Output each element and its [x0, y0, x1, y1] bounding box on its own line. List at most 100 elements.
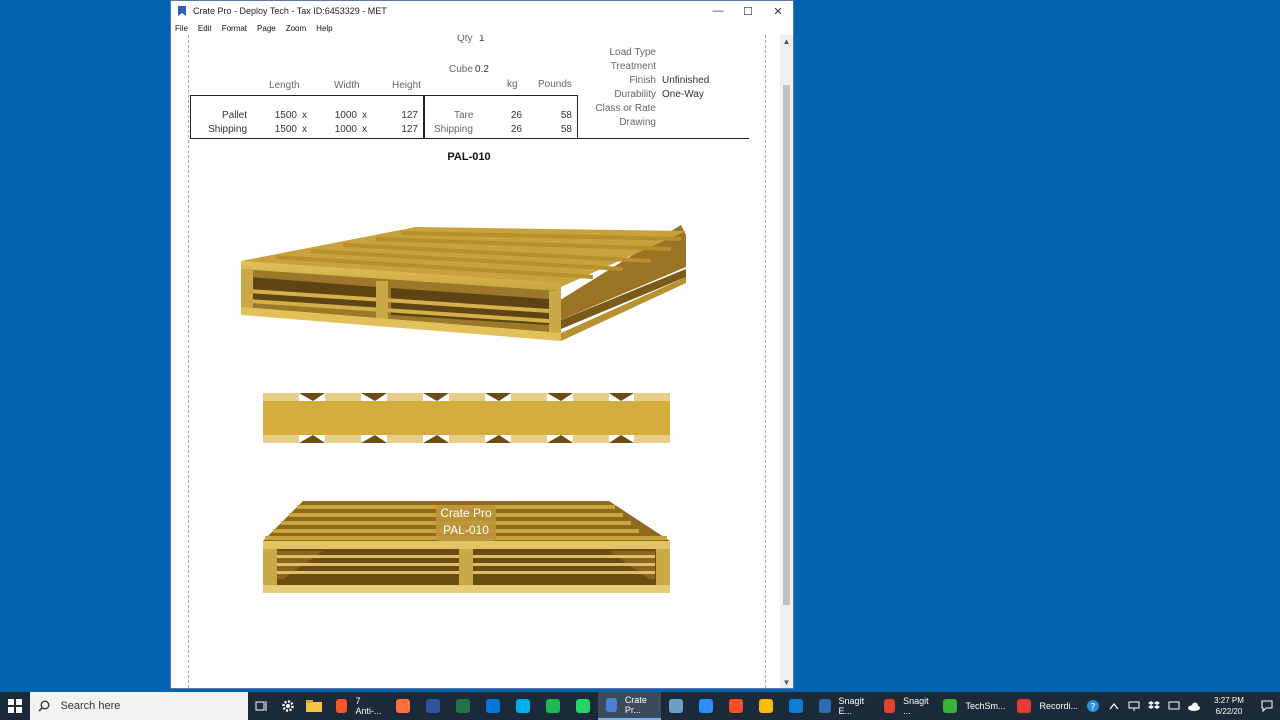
help-icon: ?	[1087, 700, 1099, 713]
clock-date: 6/22/20	[1215, 707, 1243, 716]
taskbar-app-techsmith[interactable]: TechSm...	[935, 692, 1009, 720]
help-tray-button[interactable]: ?	[1082, 692, 1104, 720]
pallet-height: 127	[401, 110, 418, 121]
menu-edit[interactable]: Edit	[198, 24, 212, 33]
spotify-icon	[545, 699, 560, 713]
part-number-title: PAL-010	[447, 151, 491, 163]
search-icon	[38, 700, 50, 712]
menu-zoom[interactable]: Zoom	[286, 24, 306, 33]
width-header: Width	[334, 80, 360, 91]
shipping-weight-label: Shipping	[434, 124, 473, 135]
qty-value: 1	[479, 35, 485, 44]
durability-value: One-Way	[662, 89, 704, 100]
crate-pro-window: Crate Pro - Deploy Tech - Tax ID:6453329…	[170, 0, 794, 689]
network-tray-button[interactable]	[1124, 692, 1144, 720]
taskbar-app-label: Snagit ...	[903, 696, 929, 716]
clock-time: 3:27 PM	[1214, 696, 1244, 705]
pallet-x2: x	[362, 110, 367, 121]
report-page: Qty 1 Cube 0.2 Length Width Height kg Po…	[171, 35, 781, 688]
properties-divider	[578, 138, 749, 139]
taskbar-app-recorder[interactable]: Recordi...	[1009, 692, 1082, 720]
zoom-icon	[699, 699, 714, 713]
pallet-side-drawing	[263, 393, 670, 443]
menu-format[interactable]: Format	[222, 24, 247, 33]
taskbar-app-word[interactable]	[418, 692, 448, 720]
finish-value: Unfinished	[662, 75, 710, 86]
menu-help[interactable]: Help	[316, 24, 332, 33]
system-tray: ? 3:27 PM 6/22/20	[1082, 692, 1280, 720]
monitor-tray-button[interactable]	[1164, 692, 1184, 720]
folder-icon	[306, 700, 323, 712]
taskbar-app-globe[interactable]	[661, 692, 691, 720]
start-button[interactable]	[0, 692, 30, 720]
taskbar-app-firefox[interactable]	[388, 692, 418, 720]
taskbar-app-spotify[interactable]	[538, 692, 568, 720]
pallet-width: 1000	[334, 110, 357, 121]
taskbar-app-label: TechSm...	[965, 701, 1006, 711]
taskbar-search[interactable]: Search here	[30, 692, 248, 720]
settings-button[interactable]	[274, 692, 301, 720]
globe-icon	[669, 699, 684, 713]
gear-icon	[281, 700, 294, 712]
task-view-icon	[255, 701, 267, 711]
finish-label: Finish	[629, 75, 656, 86]
shipping-length: 1500	[274, 124, 297, 135]
snagit-icon	[883, 699, 896, 713]
taskbar-app-skype[interactable]	[508, 692, 538, 720]
taskbar-app-brave[interactable]: 7 Anti-...	[328, 692, 388, 720]
tray-overflow-button[interactable]	[1104, 692, 1124, 720]
monitor-icon	[1168, 701, 1180, 710]
crate-pro-app-icon	[178, 6, 186, 16]
network-icon	[1128, 701, 1140, 711]
taskbar-app-snagit-editor[interactable]: Snagit E...	[811, 692, 876, 720]
taskbar-app-chrome[interactable]	[751, 692, 781, 720]
vertical-scrollbar[interactable]: ▲ ▼	[780, 35, 793, 688]
techsmith-icon	[943, 699, 958, 713]
close-button[interactable]: ✕	[763, 1, 793, 21]
cloud-icon	[1188, 702, 1200, 711]
taskbar-app-excel[interactable]	[448, 692, 478, 720]
menu-bar: File Edit Format Page Zoom Help	[171, 21, 793, 35]
taskbar-app-label: Recordi...	[1039, 701, 1078, 711]
windows-icon	[8, 699, 23, 713]
watermark-line-1: Crate Pro	[440, 506, 492, 520]
taskbar-app-label: Snagit E...	[838, 696, 865, 716]
office-icon	[729, 699, 744, 713]
tare-kg: 26	[510, 110, 522, 121]
notification-icon	[1261, 700, 1273, 712]
scrollbar-thumb[interactable]	[783, 85, 790, 605]
chevron-up-icon	[1109, 702, 1119, 710]
dropbox-tray-button[interactable]	[1144, 692, 1164, 720]
taskbar-app-edge[interactable]	[781, 692, 811, 720]
taskbar-app-label: Crate Pr...	[624, 695, 647, 715]
firefox-icon	[395, 699, 410, 713]
cratepro-icon	[605, 698, 617, 712]
notifications-button[interactable]	[1254, 700, 1280, 712]
snagit-editor-icon	[819, 699, 831, 713]
clock[interactable]: 3:27 PM 6/22/20	[1204, 695, 1254, 717]
scroll-down-icon[interactable]: ▼	[780, 676, 793, 688]
onedrive-tray-button[interactable]	[1184, 692, 1204, 720]
taskbar-app-snagit[interactable]: Snagit ...	[876, 692, 936, 720]
menu-page[interactable]: Page	[257, 24, 276, 33]
menu-file[interactable]: File	[175, 24, 188, 33]
taskbar-app-zoom[interactable]	[691, 692, 721, 720]
cube-label: Cube	[449, 64, 473, 75]
maximize-button[interactable]: ☐	[733, 1, 763, 21]
word-icon	[425, 699, 440, 713]
shipping-x2: x	[362, 124, 367, 135]
taskbar-app-store[interactable]	[478, 692, 508, 720]
taskbar-app-whatsapp[interactable]	[568, 692, 598, 720]
task-view-button[interactable]	[248, 692, 275, 720]
minimize-button[interactable]: —	[703, 1, 733, 21]
brave-icon	[335, 699, 348, 713]
taskbar-app-cratepro[interactable]: Crate Pr...	[597, 692, 662, 720]
title-bar[interactable]: Crate Pro - Deploy Tech - Tax ID:6453329…	[171, 1, 793, 21]
taskbar-app-office[interactable]	[721, 692, 751, 720]
scroll-up-icon[interactable]: ▲	[780, 35, 793, 47]
height-header: Height	[392, 80, 421, 91]
file-explorer-button[interactable]	[301, 692, 328, 720]
window-title: Crate Pro - Deploy Tech - Tax ID:6453329…	[193, 6, 387, 16]
taskbar-apps: 7 Anti-... Crate Pr... Snagit E... Snagit .…	[328, 692, 1082, 720]
durability-label: Durability	[614, 89, 656, 100]
